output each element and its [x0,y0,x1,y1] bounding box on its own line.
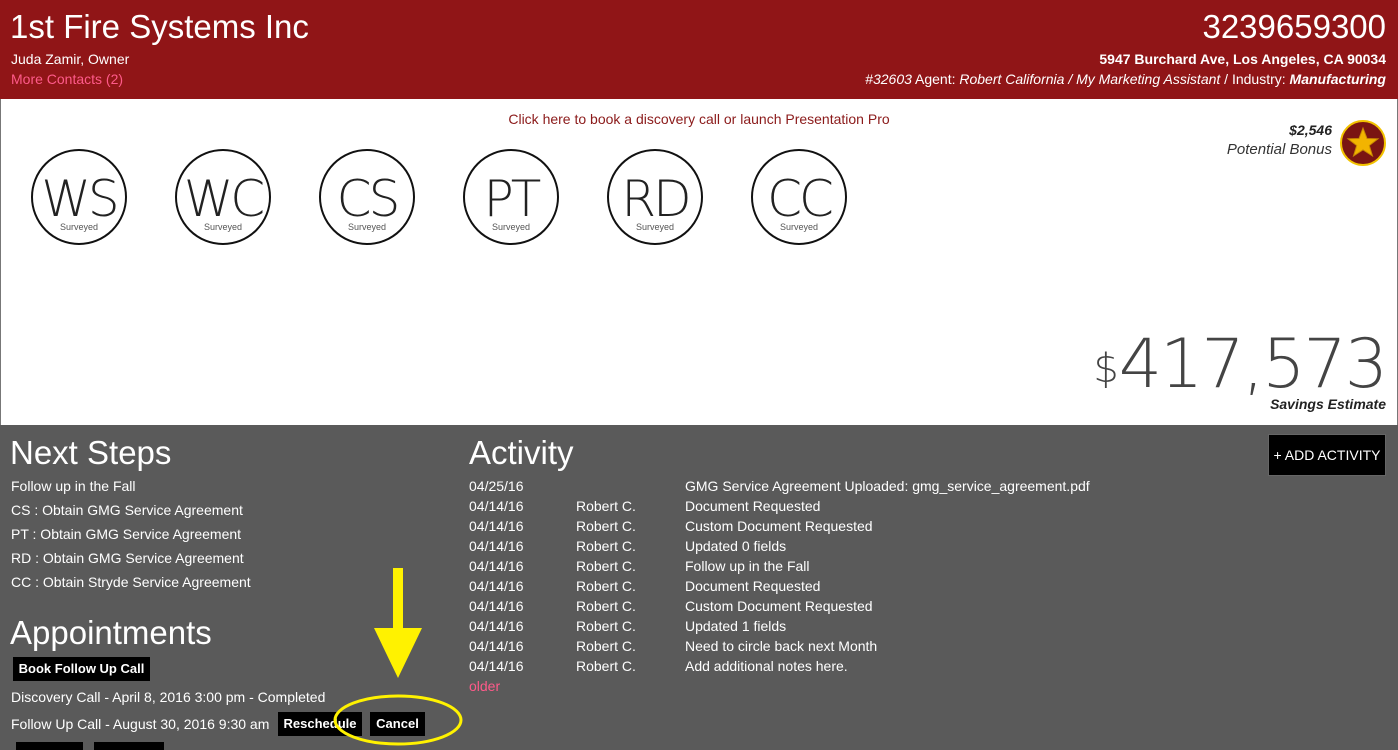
activity-user: Robert C. [576,658,636,674]
activity-date: 04/14/16 [469,538,524,554]
activity-date: 04/14/16 [469,598,524,614]
survey-abbr: RD [621,170,691,228]
survey-circle-rd[interactable]: RD Surveyed [607,149,703,245]
phone-number[interactable]: 3239659300 [1202,8,1386,46]
activity-user: Robert C. [576,598,636,614]
activity-description: Document Requested [685,498,821,514]
activity-description: Document Requested [685,578,821,594]
activity-description: Add additional notes here. [685,658,848,674]
survey-abbr: CS [336,170,401,228]
activity-date: 04/14/16 [469,558,524,574]
survey-abbr: CC [767,170,834,228]
agent-label: Agent: [911,71,960,87]
add-activity-button[interactable]: + ADD ACTIVITY [1268,434,1386,476]
survey-status: Surveyed [635,222,675,232]
survey-circle-cs[interactable]: CS Surveyed [319,149,415,245]
appointment-item: Discovery Call - April 8, 2016 3:00 pm -… [11,689,326,705]
agent-name: Robert California / My Marketing Assista… [959,71,1221,87]
activity-date: 04/14/16 [469,618,524,634]
survey-abbr: WS [41,170,119,228]
survey-status: Surveyed [779,222,819,232]
activity-title: Activity [469,434,574,471]
activity-description: Follow up in the Fall [685,558,810,574]
next-step-item: RD : Obtain GMG Service Agreement [11,550,244,566]
activity-description: Custom Document Requested [685,598,873,614]
activity-description: GMG Service Agreement Uploaded: gmg_serv… [685,478,1090,494]
activity-description: Need to circle back next Month [685,638,878,654]
more-contacts-link[interactable]: More Contacts (2) [11,71,123,87]
activity-description: Custom Document Requested [685,518,873,534]
appointment-button-stub[interactable] [16,742,83,750]
survey-abbr: WC [183,170,265,228]
activity-user: Robert C. [576,638,636,654]
survey-abbr: PT [483,170,542,228]
survey-status: Surveyed [347,222,387,232]
next-step-item: CC : Obtain Stryde Service Agreement [11,574,251,590]
activity-user: Robert C. [576,518,636,534]
book-discovery-link[interactable]: Click here to book a discovery call or l… [0,111,1398,127]
activity-user: Robert C. [576,618,636,634]
industry-label: / Industry: [1220,71,1290,87]
star-icon-shape [1346,126,1380,158]
older-activity-link[interactable]: older [469,678,500,694]
activity-user: Robert C. [576,558,636,574]
activity-date: 04/14/16 [469,638,524,654]
appointment-item: Follow Up Call - August 30, 2016 9:30 am [11,716,270,732]
savings-currency: $ [1093,346,1119,392]
survey-circle-wc[interactable]: WC Surveyed [175,149,271,245]
company-name: 1st Fire Systems Inc [10,8,309,45]
activity-description: Updated 0 fields [685,538,787,554]
survey-status: Surveyed [203,222,243,232]
company-header: 1st Fire Systems Inc Juda Zamir, Owner M… [0,0,1398,99]
next-steps-title: Next Steps [10,434,172,471]
activity-date: 04/14/16 [469,518,524,534]
address: 5947 Burchard Ave, Los Angeles, CA 90034 [1099,51,1386,67]
savings-amount: 417,573 [1118,325,1388,404]
activity-description: Updated 1 fields [685,618,787,634]
survey-status: Surveyed [59,222,99,232]
activity-date: 04/14/16 [469,498,524,514]
next-step-item: CS : Obtain GMG Service Agreement [11,502,243,518]
bonus-label: Potential Bonus [1226,141,1332,158]
next-step-item: Follow up in the Fall [11,478,136,494]
owner-name: Juda Zamir, Owner [11,51,130,67]
survey-circle-cc[interactable]: CC Surveyed [751,149,847,245]
activity-date: 04/14/16 [469,658,524,674]
activity-user: Robert C. [576,498,636,514]
cancel-button[interactable]: Cancel [370,712,425,736]
agent-line: #32603 Agent: Robert California / My Mar… [865,71,1386,87]
savings-estimate-value: $417,573 [1093,330,1388,400]
activity-user: Robert C. [576,538,636,554]
book-follow-up-button[interactable]: Book Follow Up Call [13,657,150,681]
survey-circle-ws[interactable]: WS Surveyed [31,149,127,245]
reschedule-button[interactable]: Reschedule [278,712,362,736]
star-icon [1340,120,1386,166]
industry-value: Manufacturing [1289,71,1386,87]
bonus-amount: $2,546 [1289,122,1332,138]
activity-date: 04/14/16 [469,578,524,594]
agent-id: #32603 [865,71,912,87]
appointment-button-stub[interactable] [94,742,164,750]
appointments-title: Appointments [10,614,212,651]
survey-status: Surveyed [491,222,531,232]
next-step-item: PT : Obtain GMG Service Agreement [11,526,242,542]
savings-label: Savings Estimate [1270,396,1386,412]
activity-date: 04/25/16 [469,478,524,494]
activity-user: Robert C. [576,578,636,594]
survey-circle-pt[interactable]: PT Surveyed [463,149,559,245]
